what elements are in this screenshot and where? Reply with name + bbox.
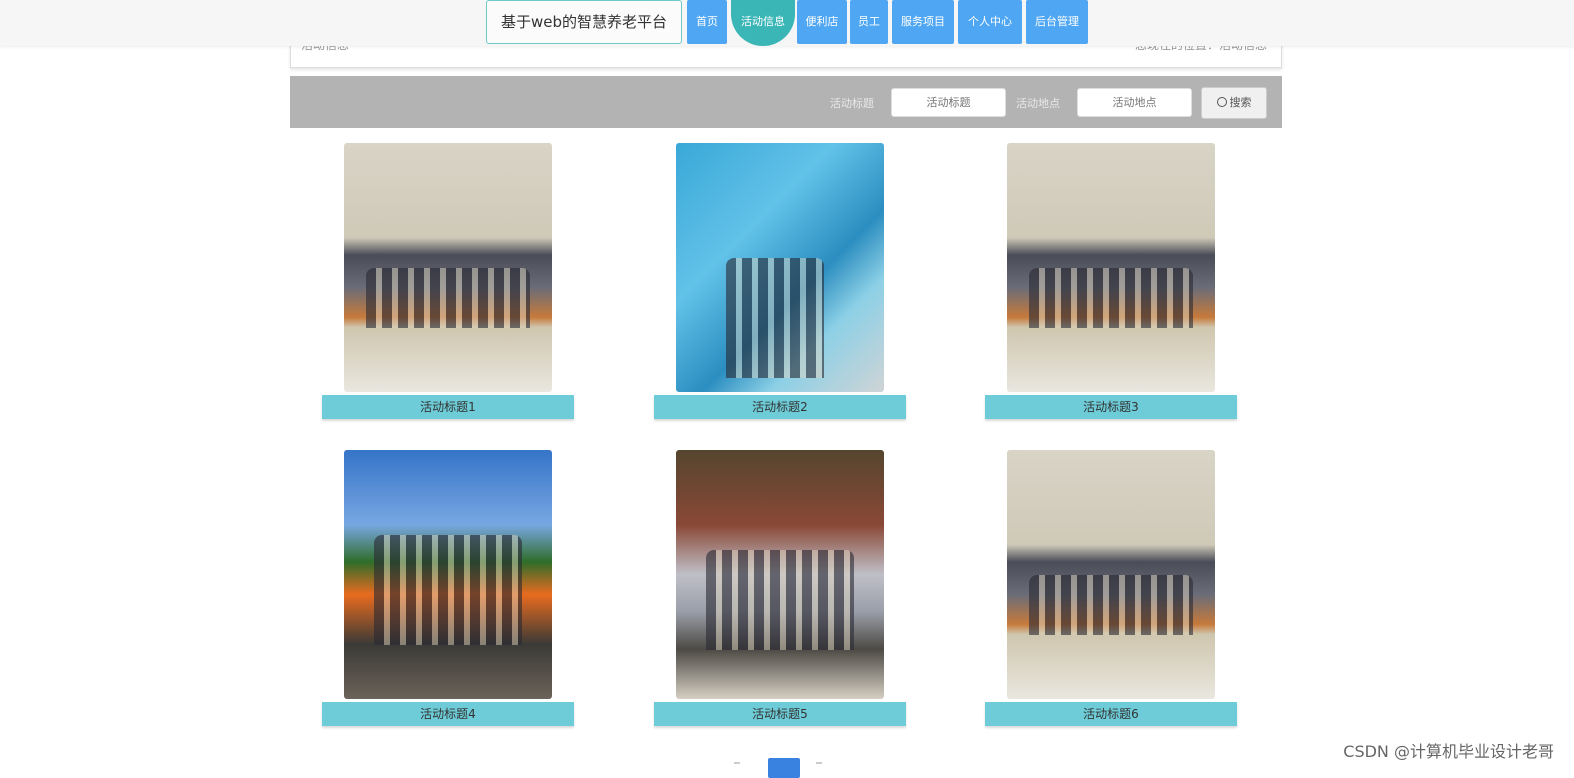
pagination-next[interactable] xyxy=(816,762,822,764)
nav-item-services[interactable]: 服务项目 xyxy=(892,0,954,44)
nav-item-profile[interactable]: 个人中心 xyxy=(958,0,1022,44)
pagination-prev[interactable] xyxy=(734,762,740,764)
top-nav: 基于web的智慧养老平台 首页 活动信息 便利店 员工 服务项目 个人中心 后台… xyxy=(0,0,1574,46)
activity-photo[interactable] xyxy=(676,143,884,392)
search-button-label: 搜索 xyxy=(1229,96,1252,109)
place-search-label: 活动地点 xyxy=(1016,97,1060,110)
activity-title[interactable]: 活动标题6 xyxy=(985,702,1237,726)
search-bar: 活动标题 活动地点 搜索 xyxy=(290,76,1282,128)
activity-title[interactable]: 活动标题4 xyxy=(322,702,574,726)
title-search-input[interactable] xyxy=(891,88,1006,117)
nav-item-activities[interactable]: 活动信息 xyxy=(731,0,795,46)
activity-photo[interactable] xyxy=(344,450,552,699)
activity-photo[interactable] xyxy=(1007,450,1215,699)
place-search-input[interactable] xyxy=(1077,88,1192,117)
activity-photo[interactable] xyxy=(676,450,884,699)
site-title[interactable]: 基于web的智慧养老平台 xyxy=(486,0,682,44)
nav-item-admin[interactable]: 后台管理 xyxy=(1026,0,1088,44)
activity-title[interactable]: 活动标题2 xyxy=(654,395,906,419)
activity-photo[interactable] xyxy=(1007,143,1215,392)
pagination-current-page[interactable] xyxy=(768,758,800,778)
watermark: CSDN @计算机毕业设计老哥 xyxy=(1343,742,1554,761)
nav-item-home[interactable]: 首页 xyxy=(687,0,727,44)
activity-photo[interactable] xyxy=(344,143,552,392)
search-button[interactable]: 搜索 xyxy=(1201,87,1267,119)
title-search-label: 活动标题 xyxy=(830,97,874,110)
nav-item-staff[interactable]: 员工 xyxy=(850,0,888,44)
search-icon xyxy=(1216,97,1227,107)
activity-title[interactable]: 活动标题1 xyxy=(322,395,574,419)
activity-title[interactable]: 活动标题5 xyxy=(654,702,906,726)
nav-item-store[interactable]: 便利店 xyxy=(797,0,847,44)
activity-title[interactable]: 活动标题3 xyxy=(985,395,1237,419)
